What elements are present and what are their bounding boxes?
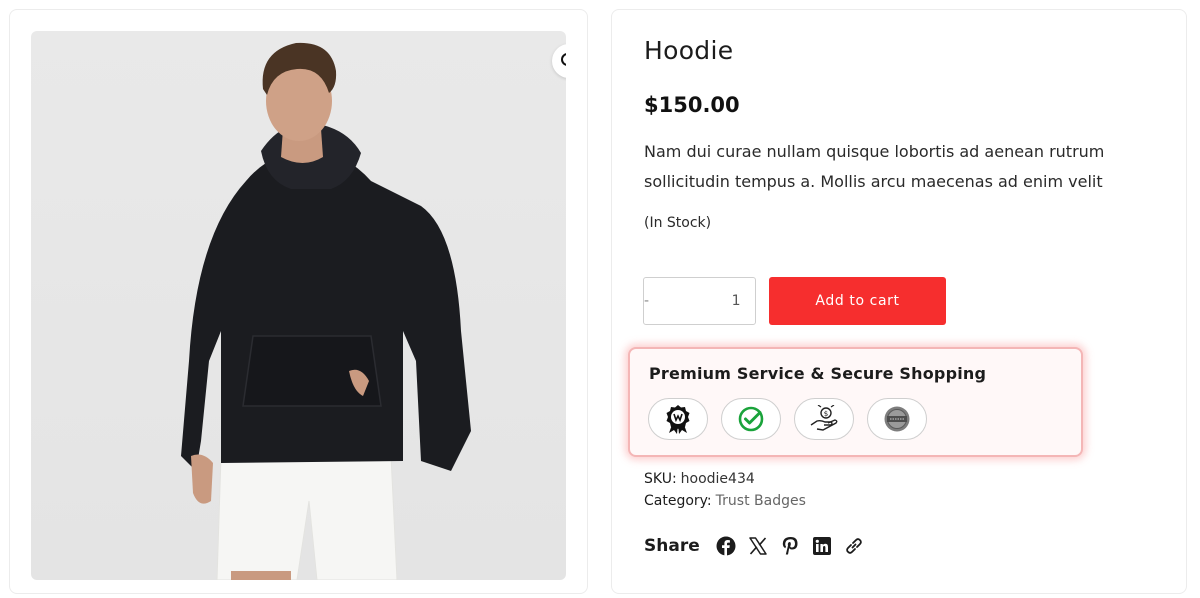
product-image[interactable]: [31, 31, 566, 580]
trust-badges-title: Premium Service & Secure Shopping: [649, 364, 987, 383]
quantity-stepper: - +: [643, 277, 835, 325]
share-facebook-button[interactable]: [710, 534, 742, 558]
stock-status: (In Stock): [644, 215, 712, 231]
category-link[interactable]: Trust Badges: [716, 493, 806, 509]
hand-money-icon: $: [810, 405, 838, 431]
product-price: $150.00: [644, 93, 740, 117]
add-to-cart-button[interactable]: Add to cart: [769, 277, 946, 325]
trust-badge-verified: [721, 398, 781, 440]
trust-badges-box: Premium Service & Secure Shopping $: [628, 347, 1083, 457]
share-copy-link-button[interactable]: [838, 534, 870, 558]
award-ribbon-icon: [666, 405, 690, 434]
check-circle-icon: [738, 406, 764, 432]
product-description: Nam dui curae nullam quisque lobortis ad…: [644, 142, 1105, 191]
model-wearing-hoodie-illustration: [181, 42, 471, 580]
facebook-icon: [716, 536, 736, 556]
category-label: Category:: [644, 493, 712, 509]
x-icon: [748, 537, 767, 555]
linkedin-icon: [812, 537, 831, 555]
category-row: Category: Trust Badges: [644, 493, 806, 509]
share-label: Share: [644, 536, 700, 556]
trust-badge-money-back: $: [794, 398, 854, 440]
sku-row: SKU: hoodie434: [644, 471, 755, 487]
seal-icon: [884, 406, 910, 432]
share-x-button[interactable]: [742, 534, 774, 558]
share-row: Share: [644, 534, 870, 558]
share-linkedin-button[interactable]: [806, 534, 838, 558]
product-summary-card: Hoodie $150.00 Nam dui curae nullam quis…: [611, 9, 1187, 594]
product-gallery-card: [9, 9, 588, 594]
pinterest-icon: [782, 537, 798, 555]
share-pinterest-button[interactable]: [774, 534, 806, 558]
sku-value: hoodie434: [680, 471, 755, 487]
sku-label: SKU:: [644, 471, 677, 487]
product-title: Hoodie: [644, 36, 734, 65]
magnifier-icon: [561, 53, 566, 66]
trust-badge-seal: [867, 398, 927, 440]
trust-badge-award: [648, 398, 708, 440]
svg-text:$: $: [824, 410, 828, 418]
copy-link-icon: [845, 538, 862, 554]
